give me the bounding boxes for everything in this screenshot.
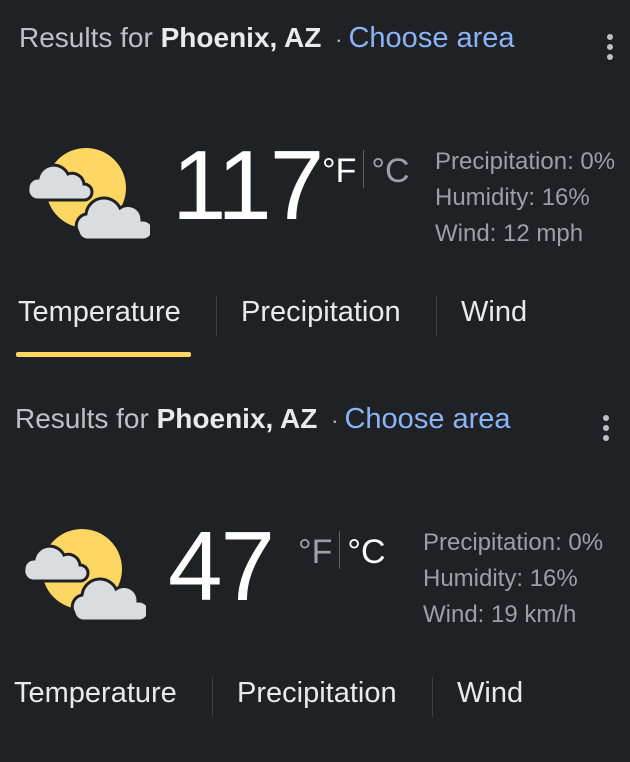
separator-dot: ·: [331, 408, 339, 433]
tab-divider: [216, 296, 217, 336]
more-options-icon[interactable]: [598, 415, 614, 445]
partly-cloudy-icon: [26, 148, 150, 240]
weather-details: Precipitation: 0% Humidity: 16% Wind: 19…: [423, 525, 603, 633]
weather-details: Precipitation: 0% Humidity: 16% Wind: 12…: [435, 144, 615, 252]
fahrenheit-button[interactable]: °F: [298, 533, 332, 571]
wind-detail: Wind: 19 km/h: [423, 601, 577, 628]
results-prefix: Results for: [19, 22, 153, 53]
unit-divider: [339, 531, 341, 569]
celsius-button[interactable]: °C: [347, 533, 385, 571]
partly-cloudy-icon: [22, 529, 146, 621]
tab-temperature[interactable]: Temperature: [18, 296, 181, 329]
humidity-detail: Humidity: 16%: [423, 565, 578, 592]
wind-detail: Wind: 12 mph: [435, 220, 584, 247]
results-header: Results for Phoenix, AZ · Choose area: [19, 22, 515, 55]
tab-divider: [212, 677, 213, 717]
tab-divider: [436, 296, 437, 336]
more-options-icon[interactable]: [602, 34, 618, 64]
location-name: Phoenix, AZ: [156, 403, 318, 434]
choose-area-link[interactable]: Choose area: [348, 22, 514, 54]
tab-precipitation[interactable]: Precipitation: [237, 677, 397, 710]
celsius-button[interactable]: °C: [371, 152, 409, 190]
results-prefix: Results for: [15, 403, 149, 434]
unit-divider: [363, 150, 365, 188]
temperature-value: 47: [168, 511, 275, 621]
tab-temperature[interactable]: Temperature: [14, 677, 177, 710]
separator-dot: ·: [335, 27, 343, 52]
weather-widget: Results for Phoenix, AZ · Choose area 47 …: [0, 381, 626, 762]
unit-toggle: °F °C: [298, 531, 386, 572]
choose-area-link[interactable]: Choose area: [344, 403, 510, 435]
temperature-value: 117: [172, 130, 324, 240]
weather-widget: Results for Phoenix, AZ · Choose area 117…: [0, 0, 630, 381]
location-name: Phoenix, AZ: [160, 22, 322, 53]
selected-tab-indicator: [16, 352, 191, 357]
tab-precipitation[interactable]: Precipitation: [241, 296, 401, 329]
humidity-detail: Humidity: 16%: [435, 184, 590, 211]
fahrenheit-button[interactable]: °F: [322, 152, 356, 190]
tab-divider: [432, 677, 433, 717]
tab-wind[interactable]: Wind: [461, 296, 527, 329]
unit-toggle: °F °C: [322, 150, 410, 191]
precipitation-detail: Precipitation: 0%: [423, 529, 604, 556]
tab-wind[interactable]: Wind: [457, 677, 523, 710]
precipitation-detail: Precipitation: 0%: [435, 148, 616, 175]
results-header: Results for Phoenix, AZ · Choose area: [15, 403, 511, 436]
